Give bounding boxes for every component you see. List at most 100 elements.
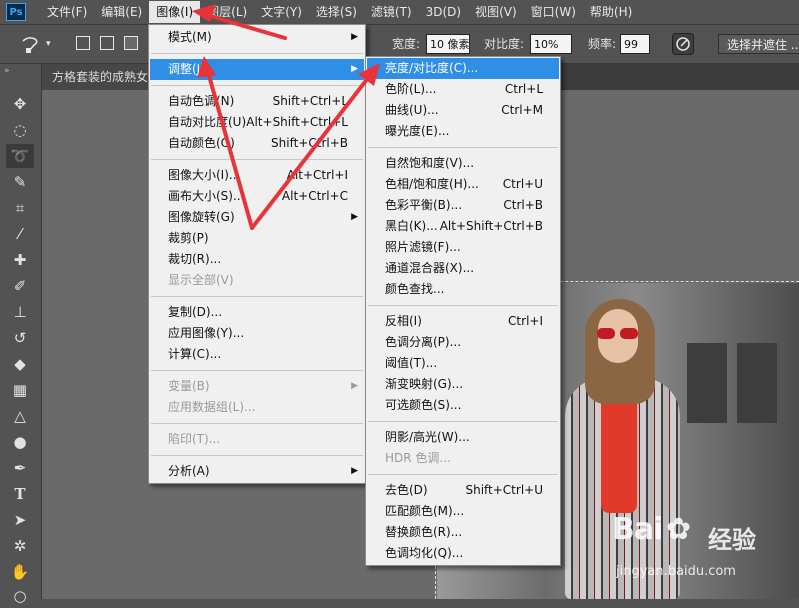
blur-tool-icon[interactable]: △: [6, 404, 34, 428]
image-menu-item[interactable]: 分析(A) ▶: [150, 461, 364, 482]
submenu-arrow-icon: ▶: [351, 466, 358, 476]
adjustment-menu-item[interactable]: 阈值(T)...: [367, 353, 559, 374]
dodge-tool-icon[interactable]: ●: [6, 430, 34, 454]
image-menu-item[interactable]: 自动色调(N) Shift+Ctrl+L: [150, 91, 364, 112]
image-menu-item[interactable]: 裁切(R)...: [150, 249, 364, 270]
menu-item-label: 阴影/高光(W)...: [385, 430, 470, 444]
width-input[interactable]: 10 像素: [426, 34, 470, 54]
menu-layer[interactable]: 图层(L): [200, 1, 254, 23]
menu-item-label: 反相(I): [385, 314, 422, 328]
contrast-input[interactable]: 10%: [530, 34, 572, 54]
adjustment-menu-item[interactable]: 照片滤镜(F)...: [367, 237, 559, 258]
menu-item-label: 裁切(R)...: [168, 252, 222, 266]
adjustment-menu-item[interactable]: 去色(D) Shift+Ctrl+U: [367, 480, 559, 501]
document-tab[interactable]: 方格套装的成熟女: [42, 64, 152, 90]
menu-file[interactable]: 文件(F): [40, 1, 94, 23]
adjustment-menu-item[interactable]: 黑白(K)... Alt+Shift+Ctrl+B: [367, 216, 559, 237]
path-select-tool-icon[interactable]: ➤: [6, 508, 34, 532]
frequency-input[interactable]: 99: [620, 34, 650, 54]
menu-item-label: 变量(B): [168, 379, 210, 393]
adjustment-menu-item[interactable]: 渐变映射(G)...: [367, 374, 559, 395]
menu-item-label: 去色(D): [385, 483, 428, 497]
menu-item-label: 图像大小(I)...: [168, 168, 241, 182]
tool-preset-chevron-icon[interactable]: ▾: [46, 34, 51, 54]
move-tool-icon[interactable]: ✥: [6, 92, 34, 116]
contrast-label: 对比度:: [484, 37, 525, 51]
menu-item-label: 可选颜色(S)...: [385, 398, 462, 412]
menu-item-label: HDR 色调...: [385, 451, 451, 465]
panel-collapse-icon[interactable]: »: [4, 66, 10, 76]
adjustment-menu-item[interactable]: 色阶(L)... Ctrl+L: [367, 79, 559, 100]
clone-stamp-tool-icon[interactable]: ⊥: [6, 300, 34, 324]
menu-item-label: 复制(D)...: [168, 305, 223, 319]
custom-shape-tool-icon[interactable]: ✲: [6, 534, 34, 558]
image-menu-item[interactable]: 计算(C)...: [150, 344, 364, 365]
quick-select-tool-icon[interactable]: ✎: [6, 170, 34, 194]
menu-view[interactable]: 视图(V): [468, 1, 524, 23]
zoom-tool-icon[interactable]: ○: [6, 584, 34, 608]
crop-tool-icon[interactable]: ⌗: [6, 196, 34, 220]
gradient-tool-icon[interactable]: ▦: [6, 378, 34, 402]
adjustment-menu-item[interactable]: 色调均化(Q)...: [367, 543, 559, 564]
image-menu-item[interactable]: 自动颜色(O) Shift+Ctrl+B: [150, 133, 364, 154]
menu-edit[interactable]: 编辑(E): [94, 1, 149, 23]
baidu-jingyan-label: 经验: [708, 526, 756, 554]
hand-tool-icon[interactable]: ✋: [6, 560, 34, 584]
adjustment-menu-item[interactable]: 反相(I) Ctrl+I: [367, 311, 559, 332]
image-menu-item[interactable]: 图像旋转(G) ▶: [150, 207, 364, 228]
adjustment-menu-item[interactable]: 曝光度(E)...: [367, 121, 559, 142]
adjustment-menu-item[interactable]: 通道混合器(X)...: [367, 258, 559, 279]
menu-filter[interactable]: 滤镜(T): [364, 1, 419, 23]
menu-item-label: 色调分离(P)...: [385, 335, 462, 349]
image-menu-item[interactable]: 复制(D)...: [150, 302, 364, 323]
menu-select[interactable]: 选择(S): [309, 1, 364, 23]
menu-type[interactable]: 文字(Y): [254, 1, 309, 23]
subtract-selection-icon[interactable]: [124, 36, 138, 50]
menu-image[interactable]: 图像(I): [149, 1, 201, 23]
image-menu-item[interactable]: 应用图像(Y)...: [150, 323, 364, 344]
image-menu-item[interactable]: 调整(J) ▶: [150, 59, 364, 80]
marquee-tool-icon[interactable]: ◌: [6, 118, 34, 142]
pen-pressure-icon[interactable]: [672, 33, 694, 55]
menu-separator: [368, 474, 558, 475]
adjustment-menu-item[interactable]: 替换颜色(R)...: [367, 522, 559, 543]
adjustment-menu-item[interactable]: 自然饱和度(V)...: [367, 153, 559, 174]
width-label: 宽度:: [392, 37, 421, 51]
adjustment-menu-item[interactable]: 色彩平衡(B)... Ctrl+B: [367, 195, 559, 216]
adjustment-menu-item[interactable]: 亮度/对比度(C)...: [367, 58, 559, 79]
eraser-tool-icon[interactable]: ◆: [6, 352, 34, 376]
image-menu-item[interactable]: 自动对比度(U) Alt+Shift+Ctrl+L: [150, 112, 364, 133]
select-and-mask-button[interactable]: 选择并遮住 ...: [718, 34, 799, 54]
brush-tool-icon[interactable]: ✐: [6, 274, 34, 298]
menu-item-shortcut: Alt+Shift+Ctrl+B: [439, 219, 543, 233]
image-menu-item[interactable]: 画布大小(S)... Alt+Ctrl+C: [150, 186, 364, 207]
adjustment-menu-item[interactable]: 颜色查找...: [367, 279, 559, 300]
menu-help[interactable]: 帮助(H): [583, 1, 639, 23]
lasso-tool-icon[interactable]: ➰: [6, 144, 34, 168]
menu-item-label: 自动颜色(O): [168, 136, 235, 150]
menu-3d[interactable]: 3D(D): [419, 1, 468, 23]
adjustment-menu-item[interactable]: 阴影/高光(W)...: [367, 427, 559, 448]
adjustment-menu-item[interactable]: 匹配颜色(M)...: [367, 501, 559, 522]
menu-window[interactable]: 窗口(W): [524, 1, 583, 23]
adjustment-menu-item: HDR 色调...: [367, 448, 559, 469]
eyedropper-tool-icon[interactable]: ⁄: [6, 222, 34, 246]
frequency-label: 频率:: [588, 37, 617, 51]
adjustment-menu-item[interactable]: 色相/饱和度(H)... Ctrl+U: [367, 174, 559, 195]
image-menu-item[interactable]: 图像大小(I)... Alt+Ctrl+I: [150, 165, 364, 186]
new-selection-icon[interactable]: [76, 36, 90, 50]
pen-tool-icon[interactable]: ✒: [6, 456, 34, 480]
menu-item-label: 通道混合器(X)...: [385, 261, 475, 275]
healing-brush-tool-icon[interactable]: ✚: [6, 248, 34, 272]
image-menu-item[interactable]: 模式(M) ▶: [150, 27, 364, 48]
adjustment-menu-item[interactable]: 可选颜色(S)...: [367, 395, 559, 416]
adjustment-menu-item[interactable]: 曲线(U)... Ctrl+M: [367, 100, 559, 121]
menu-item-shortcut: Ctrl+I: [508, 314, 543, 328]
adjustment-menu-item[interactable]: 色调分离(P)...: [367, 332, 559, 353]
menu-item-shortcut: Ctrl+B: [503, 198, 543, 212]
type-tool-icon[interactable]: T: [6, 482, 34, 506]
history-brush-tool-icon[interactable]: ↺: [6, 326, 34, 350]
image-menu-item[interactable]: 裁剪(P): [150, 228, 364, 249]
magnetic-lasso-icon[interactable]: [20, 35, 42, 55]
add-to-selection-icon[interactable]: [100, 36, 114, 50]
